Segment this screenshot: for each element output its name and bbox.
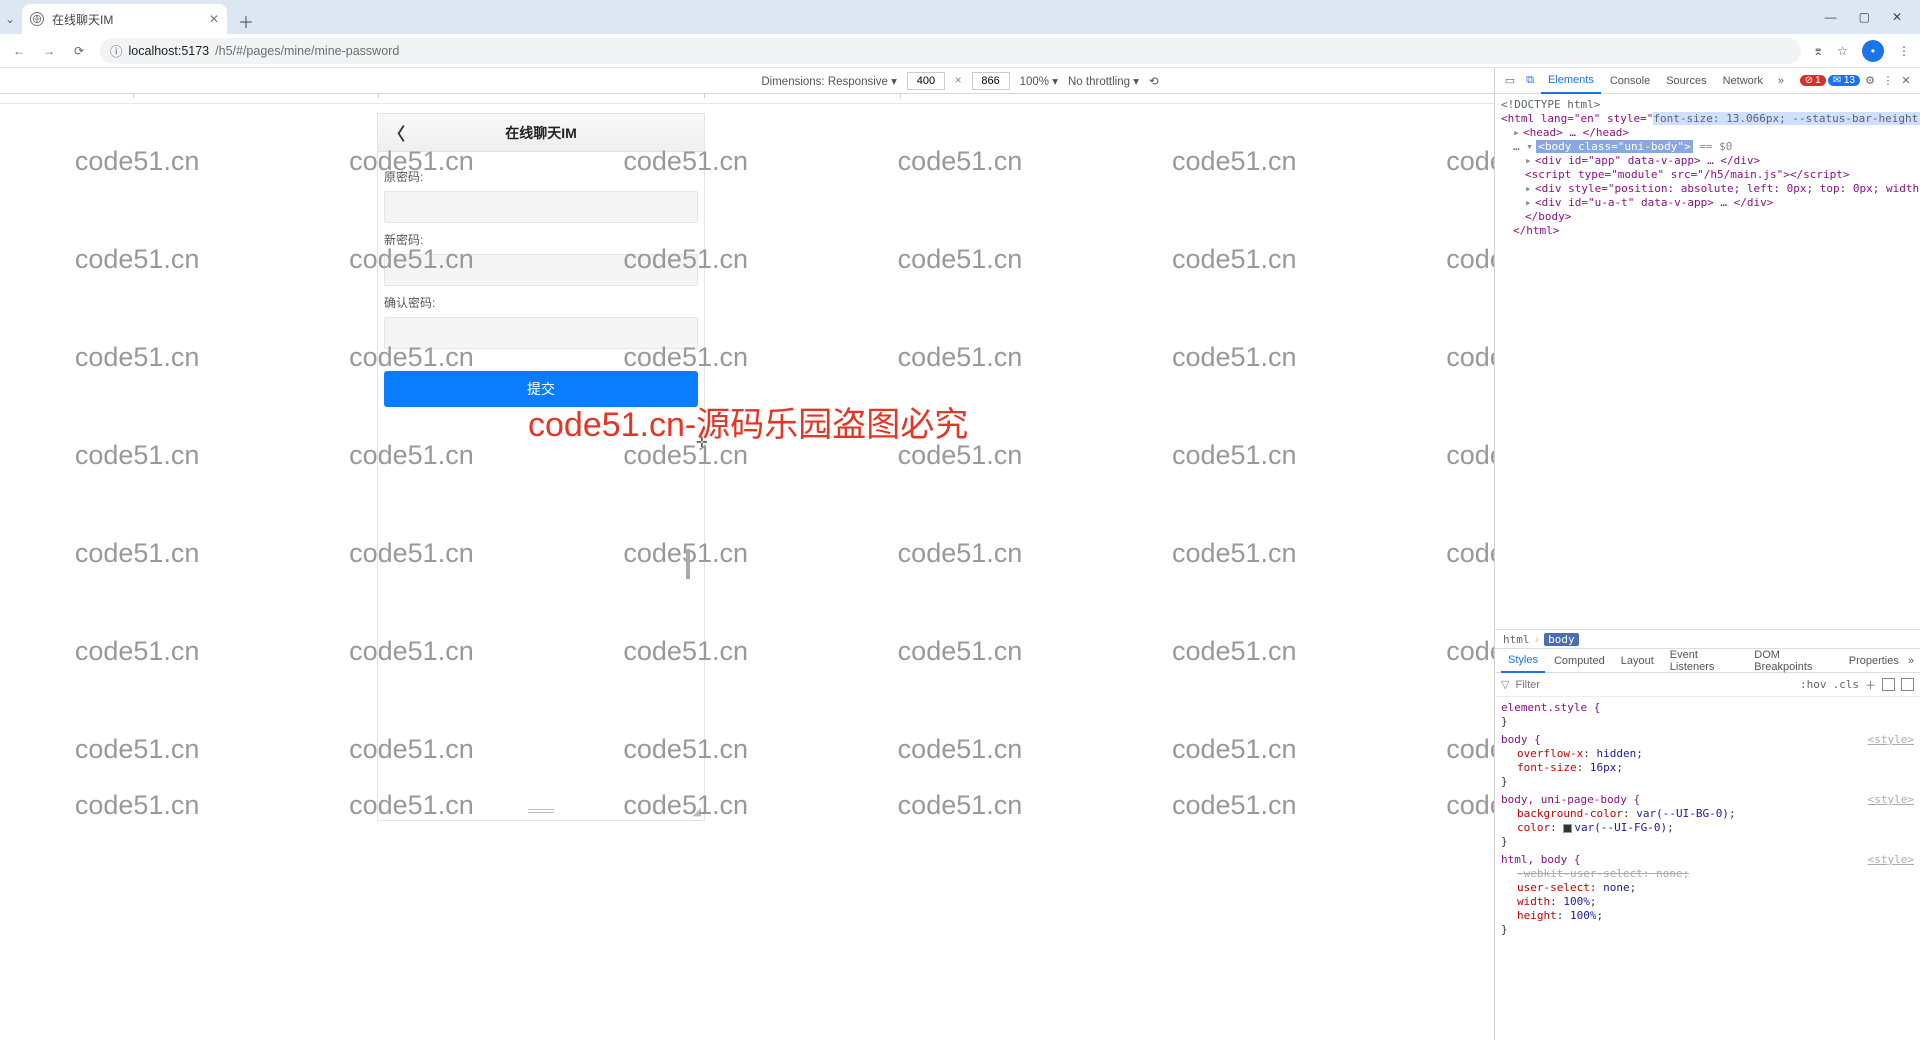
- tab-styles[interactable]: Styles: [1501, 649, 1545, 673]
- devtools-panel: ▭ ⧉ Elements Console Sources Network » ⊘…: [1494, 68, 1920, 1040]
- url-input[interactable]: ⓘ localhost:5173/h5/#/pages/mine/mine-pa…: [100, 38, 1801, 64]
- rule-body-unipage[interactable]: <style> body, uni-page-body { background…: [1501, 793, 1914, 849]
- styles-filter-row: ▽ :hov .cls ＋: [1495, 673, 1920, 697]
- tab-elements[interactable]: Elements: [1541, 68, 1601, 94]
- tab-sources[interactable]: Sources: [1659, 68, 1713, 94]
- tab-search-icon[interactable]: ⌄: [6, 4, 14, 34]
- old-password-input[interactable]: [384, 191, 698, 223]
- old-password-label: 原密码:: [384, 168, 698, 185]
- password-form: 原密码: 新密码: 确认密码: 提交: [378, 152, 704, 415]
- settings-gear-icon[interactable]: ⚙: [1862, 74, 1878, 87]
- more-styles-tabs-icon[interactable]: »: [1908, 655, 1914, 667]
- device-width-input[interactable]: [907, 72, 945, 90]
- breadcrumb[interactable]: html › body: [1495, 629, 1920, 649]
- body-close-node: </body>: [1501, 210, 1914, 224]
- new-style-rule-icon[interactable]: ＋: [1865, 677, 1876, 693]
- device-mode-icon[interactable]: ⧉: [1521, 74, 1539, 87]
- tab-title: 在线聊天IM: [52, 11, 113, 28]
- styles-body[interactable]: element.style {} <style> body { overflow…: [1495, 697, 1920, 1040]
- chrome-menu-icon[interactable]: ⋮: [1898, 44, 1910, 58]
- device-stage: 〈 在线聊天IM 原密码: 新密码: 确认密码: 提交 ◢ ✛: [0, 104, 1067, 1040]
- head-node[interactable]: ▸<head> … </head>: [1501, 126, 1914, 140]
- profile-avatar[interactable]: •: [1862, 40, 1884, 62]
- confirm-password-label: 确认密码:: [384, 294, 698, 311]
- toggle-print-media-icon[interactable]: [1901, 678, 1914, 691]
- password-key-icon[interactable]: ⌆: [1813, 44, 1823, 58]
- rule-html-body[interactable]: <style> html, body { -webkit-user-select…: [1501, 853, 1914, 937]
- message-badge[interactable]: ✉ 13: [1828, 75, 1860, 86]
- app-title: 在线聊天IM: [505, 123, 577, 143]
- devtools-tabs: ▭ ⧉ Elements Console Sources Network » ⊘…: [1495, 68, 1920, 94]
- address-bar: ← → ⟳ ⓘ localhost:5173/h5/#/pages/mine/m…: [0, 34, 1920, 68]
- app-back-icon[interactable]: 〈: [388, 120, 405, 145]
- hidden-div-node[interactable]: ▸<div style="position: absolute; left: 0…: [1501, 182, 1914, 196]
- resize-handle-icon[interactable]: ✛: [696, 434, 708, 451]
- window-maximize-icon[interactable]: ▢: [1859, 10, 1870, 24]
- resize-corner-icon[interactable]: ◢: [693, 805, 701, 818]
- styles-filter-input[interactable]: [1515, 679, 1794, 691]
- browser-tab[interactable]: 在线聊天IM ✕: [22, 4, 227, 34]
- dimension-x: ×: [955, 75, 962, 87]
- tab-console[interactable]: Console: [1603, 68, 1657, 94]
- devtools-close-icon[interactable]: ✕: [1898, 74, 1914, 87]
- rule-body[interactable]: <style> body { overflow-x: hidden; font-…: [1501, 733, 1914, 789]
- more-tabs-icon[interactable]: »: [1772, 75, 1790, 87]
- hov-toggle[interactable]: :hov: [1800, 678, 1827, 691]
- tab-properties[interactable]: Properties: [1842, 649, 1906, 673]
- uat-div-node[interactable]: ▸<div id="u-a-t" data-v-app> … </div>: [1501, 196, 1914, 210]
- window-minimize-icon[interactable]: —: [1825, 10, 1837, 24]
- html-node[interactable]: <html lang="en" style="font-size: 13.066…: [1501, 112, 1914, 126]
- filter-icon: ▽: [1501, 678, 1509, 691]
- dimensions-select[interactable]: Dimensions: Responsive ▾: [761, 74, 897, 88]
- forward-icon[interactable]: →: [40, 44, 58, 58]
- breadcrumb-body[interactable]: body: [1544, 633, 1579, 646]
- devtools-menu-icon[interactable]: ⋮: [1880, 74, 1896, 87]
- html-close-node: </html>: [1501, 224, 1914, 238]
- rotate-icon[interactable]: ⟲: [1149, 74, 1159, 88]
- zoom-select[interactable]: 100% ▾: [1020, 74, 1058, 88]
- url-path: /h5/#/pages/mine/mine-password: [215, 44, 399, 58]
- submit-button[interactable]: 提交: [384, 371, 698, 407]
- error-badge[interactable]: ⊘ 1: [1800, 75, 1826, 86]
- new-password-input[interactable]: [384, 254, 698, 286]
- app-header: 〈 在线聊天IM: [378, 114, 704, 152]
- dom-tree[interactable]: <!DOCTYPE html> <html lang="en" style="f…: [1495, 94, 1920, 294]
- new-password-label: 新密码:: [384, 231, 698, 248]
- window-close-icon[interactable]: ✕: [1892, 10, 1902, 24]
- tab-computed[interactable]: Computed: [1547, 649, 1612, 673]
- device-height-input[interactable]: [972, 72, 1010, 90]
- site-info-icon[interactable]: ⓘ: [110, 41, 123, 60]
- toggle-common-rendering-icon[interactable]: [1882, 678, 1895, 691]
- throttling-select[interactable]: No throttling ▾: [1068, 74, 1139, 88]
- body-node[interactable]: … ▾<body class="uni-body"> == $0: [1501, 140, 1914, 154]
- script-node[interactable]: <script type="module" src="/h5/main.js">…: [1501, 168, 1914, 182]
- breadcrumb-html[interactable]: html: [1503, 633, 1530, 646]
- favicon-icon: [30, 12, 44, 26]
- tab-network[interactable]: Network: [1716, 68, 1770, 94]
- tab-close-icon[interactable]: ✕: [209, 12, 219, 26]
- doctype-node: <!DOCTYPE html>: [1501, 98, 1914, 112]
- bookmark-star-icon[interactable]: ☆: [1837, 44, 1848, 58]
- rule-element-style[interactable]: element.style {}: [1501, 701, 1914, 729]
- new-tab-button[interactable]: ＋: [233, 8, 259, 34]
- url-host: localhost:5173: [129, 44, 210, 58]
- styles-tabs: Styles Computed Layout Event Listeners D…: [1495, 649, 1920, 673]
- resize-bar-icon[interactable]: [686, 549, 690, 579]
- tab-event-listeners[interactable]: Event Listeners: [1663, 649, 1746, 673]
- confirm-password-input[interactable]: [384, 317, 698, 349]
- app-div-node[interactable]: ▸<div id="app" data-v-app> … </div>: [1501, 154, 1914, 168]
- emulated-device: 〈 在线聊天IM 原密码: 新密码: 确认密码: 提交 ◢: [378, 114, 704, 820]
- drag-handle-icon[interactable]: [528, 808, 554, 814]
- reload-icon[interactable]: ⟳: [70, 44, 88, 58]
- inspect-icon[interactable]: ▭: [1501, 74, 1519, 87]
- browser-titlebar: ⌄ 在线聊天IM ✕ ＋ — ▢ ✕: [0, 0, 1920, 34]
- tab-dom-breakpoints[interactable]: DOM Breakpoints: [1747, 649, 1839, 673]
- cls-toggle[interactable]: .cls: [1833, 678, 1860, 691]
- back-icon[interactable]: ←: [10, 44, 28, 58]
- tab-layout[interactable]: Layout: [1614, 649, 1661, 673]
